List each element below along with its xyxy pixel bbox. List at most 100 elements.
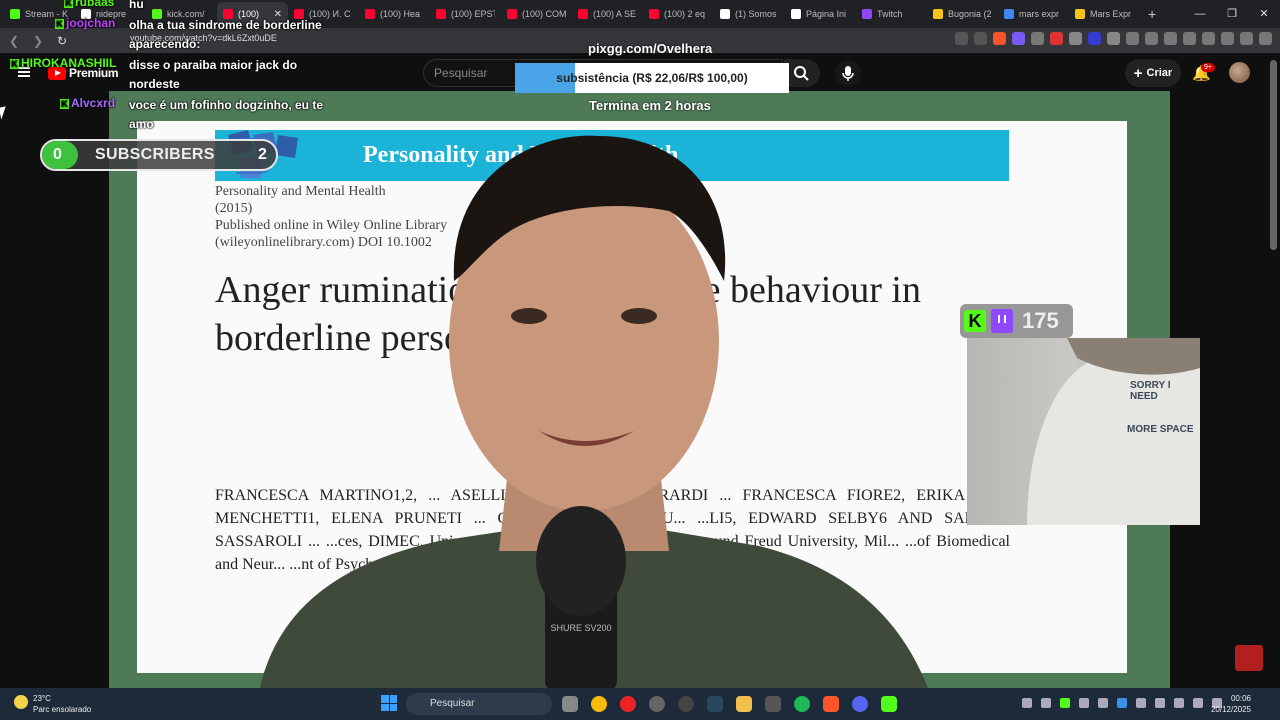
browser-tab[interactable]: (100) Hea (359, 2, 430, 26)
tab-favicon-icon (649, 9, 659, 19)
menu-icon[interactable] (1259, 32, 1272, 45)
restore-icon[interactable]: ❐ (1216, 0, 1248, 28)
clock-time: 00:06 (1230, 694, 1251, 703)
weather-icon[interactable] (14, 695, 28, 709)
browser-tab[interactable]: Página Ini (785, 2, 856, 26)
close-window-icon[interactable]: ✕ (1248, 0, 1280, 28)
tab-favicon-icon (720, 9, 730, 19)
tab-label: Bugonia (2 (948, 9, 992, 19)
chat-text: hu (129, 0, 144, 11)
wallet-icon[interactable] (1202, 32, 1215, 45)
app-icon[interactable] (881, 696, 897, 712)
microphone-icon[interactable] (1136, 698, 1146, 708)
tab-favicon-icon (436, 9, 446, 19)
extension-icon[interactable] (1069, 32, 1082, 45)
tab-favicon-icon (933, 9, 943, 19)
donation-title: pixgg.com/Ovelhera (588, 41, 713, 56)
chevron-up-icon[interactable] (1022, 698, 1032, 708)
account-avatar[interactable] (1229, 62, 1250, 83)
tab-favicon-icon (791, 9, 801, 19)
brave-shield-icon[interactable] (993, 32, 1006, 45)
chat-user: HIROKANASHIIL (21, 56, 117, 70)
sidebar-icon[interactable] (1183, 32, 1196, 45)
microphone-icon (536, 506, 626, 616)
opera-icon[interactable] (620, 696, 636, 712)
chat-text: voce é um fofinho dogzinho, eu te amo (129, 98, 323, 131)
new-tab-button[interactable]: + (1140, 6, 1164, 22)
create-button[interactable]: + Criar (1125, 59, 1181, 87)
subscriber-goal: 2 (258, 146, 267, 163)
vpn-icon[interactable] (1240, 32, 1253, 45)
subscriber-current: 0 (53, 146, 62, 163)
chrome-icon[interactable] (591, 696, 607, 712)
browser-tab[interactable]: Mars Expr (1069, 2, 1140, 26)
browser-tab[interactable]: (1) Somos (714, 2, 785, 26)
app-icon[interactable] (765, 696, 781, 712)
tray-icon[interactable] (1060, 698, 1070, 708)
browser-tab[interactable]: (100) A SE (572, 2, 643, 26)
kick-badge-icon: K (55, 18, 64, 29)
taskbar-clock[interactable]: 00:06 20/12/2025 (1209, 693, 1251, 715)
chat-message: disse o paraiba maior jack do nordeste (129, 56, 319, 94)
brave-icon[interactable] (823, 696, 839, 712)
weather-text: Parc ensolarado (33, 705, 92, 714)
battery-icon[interactable] (1193, 698, 1203, 708)
app-icon[interactable] (649, 696, 665, 712)
screenshot-icon[interactable] (1145, 32, 1158, 45)
tab-label: (1) Somos (735, 9, 777, 19)
extension-icon[interactable] (1107, 32, 1120, 45)
browser-tab[interactable]: Twitch (856, 2, 927, 26)
chat-user: rubaas (75, 0, 115, 9)
start-button[interactable] (381, 695, 397, 711)
task-view-icon[interactable] (562, 696, 578, 712)
extension-icon[interactable] (1031, 32, 1044, 45)
taskbar-apps (562, 696, 897, 712)
extension-icon[interactable] (1088, 32, 1101, 45)
taskbar-search[interactable]: Pesquisar (406, 693, 552, 715)
browser-tab[interactable]: Bugonia (2 (927, 2, 998, 26)
share-icon[interactable] (974, 32, 987, 45)
app-icon[interactable] (678, 696, 694, 712)
chat-message: K Alvcxrd (60, 96, 115, 110)
tab-label: Página Ini (806, 9, 847, 19)
subscriber-goal-bar: 0 SUBSCRIBERS 2 (40, 139, 278, 171)
plus-icon: + (1133, 64, 1143, 82)
presenter-video: SHURE SV200 (259, 135, 928, 688)
temperature: 23°C (33, 694, 51, 703)
steam-icon[interactable] (707, 696, 723, 712)
browser-tab[interactable]: mars expr (998, 2, 1069, 26)
volume-icon[interactable] (1155, 698, 1165, 708)
cast-icon[interactable] (955, 32, 968, 45)
tab-label: (100) 2 eq (664, 9, 706, 19)
browser-tab[interactable]: (100) EPST (430, 2, 501, 26)
bluetooth-icon[interactable] (1117, 698, 1127, 708)
browser-tab[interactable]: (100) 2 eq (643, 2, 714, 26)
weather-widget[interactable]: 23°C Parc ensolarado (33, 693, 91, 715)
music-icon[interactable] (1164, 32, 1177, 45)
discord-icon[interactable] (852, 696, 868, 712)
tray-icon[interactable] (1098, 698, 1108, 708)
browser-tab[interactable]: (100) COM (501, 2, 572, 26)
tab-favicon-icon (1075, 9, 1085, 19)
voice-search-button[interactable] (835, 60, 861, 86)
leo-icon[interactable] (1221, 32, 1234, 45)
viewer-count: 175 (1022, 308, 1059, 333)
network-icon[interactable] (1174, 698, 1184, 708)
twitch-icon (991, 309, 1013, 333)
search-button[interactable] (784, 59, 820, 87)
chat-message: Krubaas (64, 0, 114, 9)
webcam-overlay: SORRY I NEED MORE SPACE (967, 338, 1200, 525)
chat-overlay: Krubaas hu Kjoojchan olha a tua sindrome… (0, 0, 330, 135)
tab-favicon-icon (507, 9, 517, 19)
spotify-icon[interactable] (794, 696, 810, 712)
tray-icon[interactable] (1041, 698, 1051, 708)
chat-message: voce é um fofinho dogzinho, eu te amo (129, 96, 324, 134)
file-explorer-icon[interactable] (736, 696, 752, 712)
puzzle-icon[interactable] (1126, 32, 1139, 45)
viewer-counter: K 175 (960, 304, 1073, 338)
tray-icon[interactable] (1079, 698, 1089, 708)
extension-icon[interactable] (1050, 32, 1063, 45)
minimize-icon[interactable]: — (1184, 0, 1216, 28)
page-scrollbar[interactable] (1270, 60, 1277, 250)
brave-rewards-icon[interactable] (1012, 32, 1025, 45)
